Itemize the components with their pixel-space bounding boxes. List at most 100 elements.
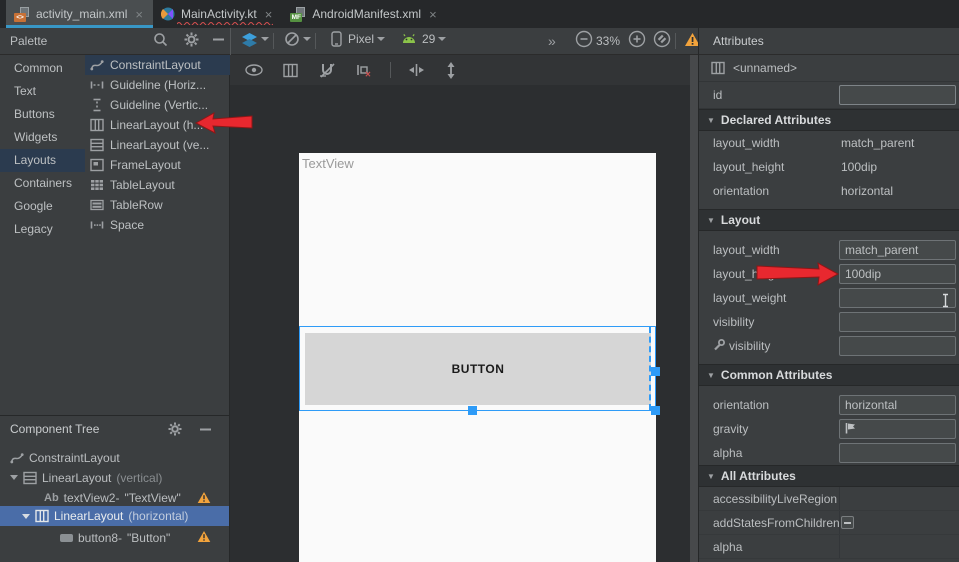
component-guideline-vertical[interactable]: Guideline (Vertic... (85, 95, 230, 115)
section-declared-attributes[interactable]: ▼ Declared Attributes (699, 109, 959, 131)
component-tree-title: Component Tree (10, 422, 99, 436)
tree-item-linearlayout-horizontal[interactable]: LinearLayout(horizontal) (0, 506, 229, 526)
layout-canvas[interactable]: TextView BUTTON (299, 153, 656, 562)
tree-item-button8[interactable]: button8-"Button" (0, 528, 229, 547)
attr-row: visibility (699, 310, 959, 334)
palette-search-icon[interactable] (150, 28, 171, 50)
textview-ab-icon: Ab (44, 492, 59, 504)
category-containers[interactable]: Containers (0, 172, 85, 195)
design-mode-layers-icon[interactable] (238, 28, 272, 50)
selected-component-row: <unnamed> (699, 55, 959, 82)
design-surface-toolbar: × (230, 55, 690, 85)
autoconnect-off-magnet-icon[interactable] (315, 59, 339, 81)
palette-settings-gear-icon[interactable] (181, 28, 202, 50)
canvas-button[interactable]: BUTTON (305, 333, 651, 405)
attr-row: layout_weight (699, 286, 959, 310)
category-google[interactable]: Google (0, 195, 85, 218)
tools-visibility-input[interactable] (839, 336, 956, 356)
tab-close-icon[interactable]: × (429, 7, 437, 22)
component-space[interactable]: Space (85, 215, 230, 235)
layout-height-input[interactable]: 100dip (839, 264, 956, 284)
section-common-attributes[interactable]: ▼ Common Attributes (699, 364, 959, 386)
tab-close-icon[interactable]: × (135, 7, 143, 22)
tab-close-icon[interactable]: × (265, 7, 273, 22)
component-linearlayout-horizontal[interactable]: LinearLayout (h... (85, 115, 230, 135)
resize-handle-bottom-center[interactable] (468, 406, 477, 415)
palette-components: ConstraintLayout Guideline (Horiz... Gui… (85, 55, 230, 235)
component-tablelayout[interactable]: TableLayout (85, 175, 230, 195)
framelayout-icon (90, 158, 104, 172)
theme-selector-icon[interactable] (281, 28, 314, 50)
alpha-input[interactable] (839, 443, 956, 463)
category-widgets[interactable]: Widgets (0, 126, 85, 149)
attr-row: orientation horizontal (699, 179, 959, 203)
palette-panel: Common Text Buttons Widgets Layouts Cont… (0, 55, 230, 415)
tab-label: AndroidManifest.xml (312, 7, 421, 21)
visibility-input[interactable] (839, 312, 956, 332)
zoom-out-icon[interactable] (572, 28, 596, 50)
tab-label: activity_main.xml (36, 7, 127, 21)
view-options-eye-icon[interactable] (242, 59, 266, 81)
panel-splitter[interactable] (690, 55, 698, 562)
zoom-level-label: 33% (596, 28, 620, 54)
tab-activity-main-xml[interactable]: <> activity_main.xml × (6, 0, 153, 28)
orientation-columns-icon[interactable] (280, 59, 301, 81)
tab-androidmanifest-xml[interactable]: MF AndroidManifest.xml × (282, 0, 446, 28)
space-icon (90, 218, 104, 232)
expand-vertical-icon[interactable] (442, 59, 460, 81)
layout-weight-input[interactable] (839, 288, 956, 308)
attributes-panel: Attributes <unnamed> id ▼ Declared Attri… (698, 28, 959, 562)
zoom-to-fit-icon[interactable] (650, 28, 674, 50)
resize-handle-bottom-right[interactable] (651, 406, 660, 415)
tree-item-constraintlayout[interactable]: ConstraintLayout (0, 448, 229, 467)
category-layouts[interactable]: Layouts (0, 149, 85, 172)
palette-minimize-icon[interactable] (209, 28, 228, 50)
attr-row: addStatesFromChildren (699, 511, 959, 535)
collapse-triangle-icon[interactable]: ▼ (707, 472, 715, 481)
palette-title: Palette (10, 28, 47, 54)
selected-linearlayout-bounds[interactable]: BUTTON (299, 326, 656, 411)
component-framelayout[interactable]: FrameLayout (85, 155, 230, 175)
tree-settings-gear-icon[interactable] (165, 418, 185, 440)
id-input[interactable] (839, 85, 956, 105)
section-all-attributes[interactable]: ▼ All Attributes (699, 465, 959, 487)
collapse-triangle-icon[interactable]: ▼ (707, 116, 715, 125)
clear-constraints-icon[interactable]: × (353, 59, 376, 81)
category-buttons[interactable]: Buttons (0, 103, 85, 126)
layout-width-input[interactable]: match_parent (839, 240, 956, 260)
tab-label: MainActivity.kt (181, 7, 257, 21)
linearlayout-horizontal-icon (711, 61, 725, 75)
button-widget-icon (60, 534, 73, 542)
category-common[interactable]: Common (0, 57, 85, 80)
component-constraintlayout[interactable]: ConstraintLayout (85, 55, 230, 75)
id-row: id (699, 82, 959, 109)
zoom-in-icon[interactable] (625, 28, 649, 50)
addstatesfromchildren-checkbox[interactable] (841, 516, 854, 529)
flag-icon (845, 422, 856, 437)
component-tablerow[interactable]: TableRow (85, 195, 230, 215)
category-text[interactable]: Text (0, 80, 85, 103)
expand-arrow-icon[interactable] (22, 514, 30, 519)
device-selector[interactable]: Pixel (328, 28, 388, 50)
align-horizontal-icon[interactable] (405, 59, 428, 81)
warning-icon (197, 491, 211, 507)
component-name: <unnamed> (733, 61, 797, 75)
tree-item-linearlayout-vertical[interactable]: LinearLayout(vertical) (0, 468, 229, 487)
canvas-textview[interactable]: TextView (302, 156, 354, 171)
expand-arrow-icon[interactable] (10, 475, 18, 480)
collapse-triangle-icon[interactable]: ▼ (707, 216, 715, 225)
collapse-triangle-icon[interactable]: ▼ (707, 371, 715, 380)
tab-mainactivity-kt[interactable]: MainActivity.kt × (153, 0, 282, 28)
toolbar-overflow-chevron[interactable]: » (548, 28, 556, 54)
api-version-selector[interactable]: 29 (398, 28, 449, 50)
wrench-icon (713, 339, 725, 354)
tree-item-textview2[interactable]: Ab textView2-"TextView" (0, 488, 229, 507)
gravity-input[interactable] (839, 419, 956, 439)
category-legacy[interactable]: Legacy (0, 218, 85, 241)
resize-handle-right-middle[interactable] (651, 367, 660, 376)
tree-minimize-icon[interactable] (196, 418, 215, 440)
section-layout[interactable]: ▼ Layout (699, 209, 959, 231)
orientation-input[interactable]: horizontal (839, 395, 956, 415)
component-linearlayout-vertical[interactable]: LinearLayout (ve... (85, 135, 230, 155)
component-guideline-horizontal[interactable]: Guideline (Horiz... (85, 75, 230, 95)
